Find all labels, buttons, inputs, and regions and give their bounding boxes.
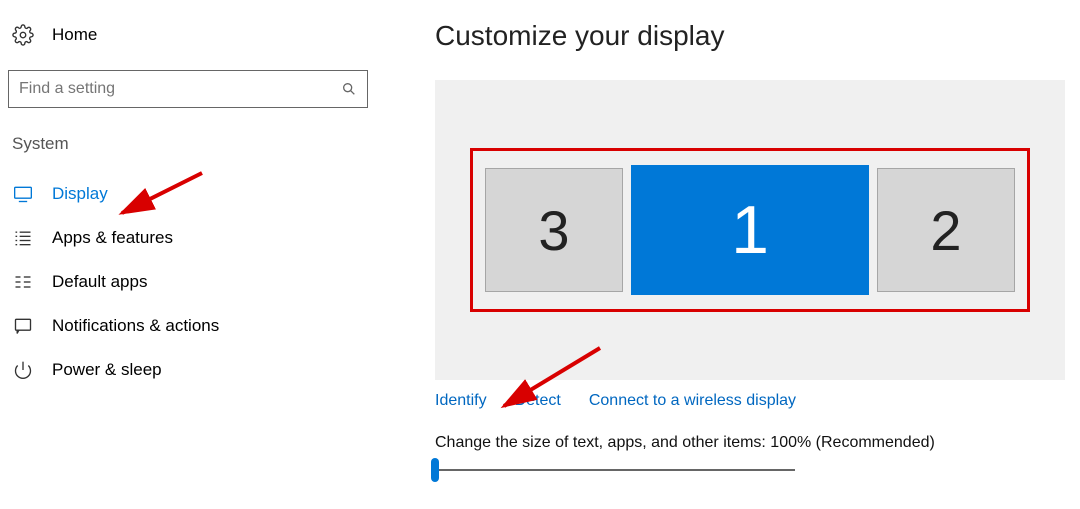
list-icon — [12, 228, 34, 248]
sidebar-item-notifications[interactable]: Notifications & actions — [8, 304, 390, 348]
monitor-1[interactable]: 1 — [631, 165, 869, 295]
search-icon — [341, 81, 357, 97]
scale-label: Change the size of text, apps, and other… — [435, 434, 1074, 452]
gear-icon — [12, 24, 34, 46]
monitor-3[interactable]: 3 — [485, 168, 623, 292]
sidebar-section-title: System — [12, 134, 390, 154]
monitor-icon — [12, 184, 34, 204]
display-arrangement-area[interactable]: 3 1 2 — [435, 80, 1065, 380]
sidebar-item-apps-features[interactable]: Apps & features — [8, 216, 390, 260]
monitor-2[interactable]: 2 — [877, 168, 1015, 292]
identify-link[interactable]: Identify — [435, 392, 487, 410]
search-input-container[interactable] — [8, 70, 368, 108]
sidebar-item-power-sleep[interactable]: Power & sleep — [8, 348, 390, 392]
defaults-icon — [12, 272, 34, 292]
detect-link[interactable]: Detect — [515, 392, 561, 410]
sidebar-item-label: Power & sleep — [52, 360, 162, 380]
connect-wireless-link[interactable]: Connect to a wireless display — [589, 392, 796, 410]
page-title: Customize your display — [435, 20, 1074, 52]
scale-slider[interactable] — [435, 462, 795, 478]
sidebar-item-label: Display — [52, 184, 108, 204]
power-icon — [12, 360, 34, 380]
home-button[interactable]: Home — [8, 24, 390, 46]
home-label: Home — [52, 25, 97, 45]
slider-thumb[interactable] — [431, 458, 439, 482]
slider-track — [435, 469, 795, 471]
sidebar-item-label: Default apps — [52, 272, 147, 292]
sidebar-item-label: Apps & features — [52, 228, 173, 248]
sidebar-item-label: Notifications & actions — [52, 316, 219, 336]
search-input[interactable] — [19, 80, 341, 98]
message-icon — [12, 316, 34, 336]
monitors-highlight: 3 1 2 — [470, 148, 1030, 312]
sidebar-item-display[interactable]: Display — [8, 172, 390, 216]
sidebar-item-default-apps[interactable]: Default apps — [8, 260, 390, 304]
